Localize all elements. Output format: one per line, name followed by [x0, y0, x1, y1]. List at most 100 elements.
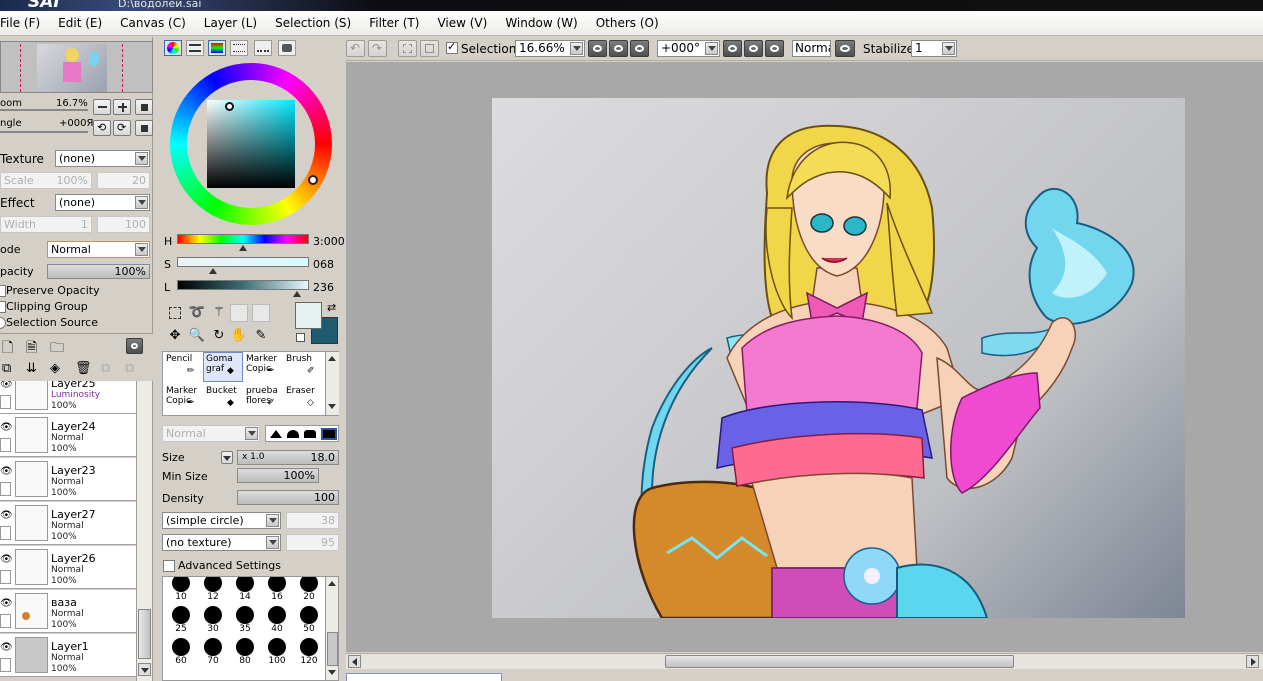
density-slider[interactable]: 100: [237, 490, 339, 505]
layer-select-box[interactable]: [0, 438, 11, 452]
brush-size-dot[interactable]: [204, 606, 222, 624]
chevron-down-icon[interactable]: [328, 404, 336, 409]
brush-size-dot[interactable]: [300, 606, 318, 624]
brush-marker-copic-2[interactable]: Marker Copic ✒: [163, 384, 203, 414]
brush-size-dot[interactable]: [204, 638, 222, 656]
eye-icon[interactable]: 👁: [0, 466, 13, 477]
angle-slider[interactable]: [0, 131, 88, 133]
layer-mask-button[interactable]: [126, 338, 143, 354]
scroll-left-button[interactable]: [348, 655, 361, 668]
brush-size-dot[interactable]: [300, 638, 318, 656]
brush-size-dot[interactable]: [172, 606, 190, 624]
scroll-down-button[interactable]: [138, 663, 151, 676]
size-presets-scroll-thumb[interactable]: [327, 632, 338, 666]
swatches-tab[interactable]: [230, 40, 248, 56]
layer-scroll-thumb[interactable]: [138, 609, 151, 659]
magic-wand-tool[interactable]: ⚚: [210, 304, 228, 322]
lasso-tool[interactable]: ➰: [188, 304, 206, 322]
brush-brush[interactable]: Brush ✐: [283, 352, 323, 382]
brush-size-dot[interactable]: [236, 638, 254, 656]
color-wheel-tab[interactable]: [164, 40, 182, 56]
menu-canvas[interactable]: Canvas (C): [120, 16, 186, 30]
hsv-slider-tab[interactable]: [208, 40, 226, 56]
brush-eraser[interactable]: Eraser ◇: [283, 384, 323, 414]
edge-medium-icon[interactable]: [287, 430, 299, 438]
rotate-right-button[interactable]: ⟳: [113, 120, 131, 136]
move-tool[interactable]: ✥: [166, 327, 184, 345]
new-linework-layer-icon[interactable]: 🗎: [26, 337, 37, 361]
opacity-slider[interactable]: 100%: [47, 264, 150, 279]
rgb-slider-tab[interactable]: [186, 40, 204, 56]
delete-layer-icon[interactable]: 🗑: [75, 361, 92, 376]
zoom-out-button[interactable]: [93, 99, 111, 115]
menu-layer[interactable]: Layer (L): [204, 16, 257, 30]
brush-size-dot[interactable]: [172, 638, 190, 656]
layer-row[interactable]: 👁 Layer27 Normal 100%: [0, 502, 136, 545]
lightness-slider-thumb[interactable]: [293, 291, 301, 297]
zoom-select[interactable]: 16.66%: [515, 40, 585, 57]
layer-select-box[interactable]: [0, 482, 11, 496]
layer-select-box[interactable]: [0, 570, 11, 584]
new-layer-icon[interactable]: 🗋: [2, 337, 13, 361]
selection-visible-checkbox[interactable]: [446, 40, 458, 54]
layer-select-box[interactable]: [0, 526, 11, 540]
eye-icon[interactable]: 👁: [0, 422, 13, 433]
angle-select[interactable]: +000°: [657, 40, 720, 57]
stabilizer-select[interactable]: 1: [911, 40, 957, 57]
eye-icon[interactable]: 👁: [0, 554, 13, 565]
layer-scrollbar[interactable]: [136, 381, 152, 681]
toolbar-rotate-left-button[interactable]: [723, 40, 742, 57]
canvas-scroll-thumb[interactable]: [665, 655, 1014, 668]
brush-marker-copic[interactable]: Marker Copic ✒: [243, 352, 283, 382]
blend-mode-select[interactable]: Normal: [47, 241, 150, 258]
advanced-settings-checkbox[interactable]: [163, 560, 175, 572]
menu-file[interactable]: File (F): [0, 16, 40, 30]
copy-layer-icon[interactable]: ⧉: [2, 361, 11, 376]
menu-window[interactable]: Window (W): [505, 16, 577, 30]
brush-size-dot[interactable]: [172, 577, 190, 592]
hue-slider[interactable]: [177, 234, 309, 244]
brush-prueba-flores[interactable]: prueba flores ✐: [243, 384, 283, 414]
zoom-in-button[interactable]: [113, 99, 131, 115]
saturation-slider-thumb[interactable]: [209, 268, 217, 274]
zoom-tool[interactable]: 🔍: [188, 327, 206, 345]
brush-size-dot[interactable]: [300, 577, 318, 592]
rotate-reset-button[interactable]: [135, 120, 153, 136]
new-folder-icon[interactable]: 🗀: [50, 337, 64, 361]
undo-button[interactable]: ↶: [346, 40, 365, 57]
brush-size-dot[interactable]: [268, 577, 286, 592]
layer-row[interactable]: 👁 Layer24 Normal 100%: [0, 414, 136, 457]
eye-icon[interactable]: 👁: [0, 642, 13, 653]
brush-shape-select[interactable]: (simple circle): [162, 512, 281, 529]
layer-select-box[interactable]: [0, 395, 11, 409]
toolbar-zoom-reset-button[interactable]: [630, 40, 649, 57]
lightness-slider[interactable]: [177, 280, 309, 290]
layer-row[interactable]: 👁 ваза Normal 100%: [0, 590, 136, 633]
rotate-tool[interactable]: ↻: [210, 327, 228, 345]
merge-down-icon[interactable]: ⇊: [26, 361, 37, 376]
layer-row[interactable]: 👁 Layer26 Normal 100%: [0, 546, 136, 589]
size-presets-scrollbar[interactable]: [325, 577, 338, 680]
menu-view[interactable]: View (V): [437, 16, 487, 30]
effect-select[interactable]: (none): [55, 194, 150, 211]
view-mode-select[interactable]: Normal: [792, 40, 831, 57]
zoom-slider[interactable]: [0, 109, 88, 111]
texture-select[interactable]: (none): [55, 150, 150, 167]
scroll-right-button[interactable]: [1246, 655, 1259, 668]
brush-bucket[interactable]: Bucket ◆: [203, 384, 243, 414]
toolbar-rotate-right-button[interactable]: [744, 40, 763, 57]
edge-flat-icon[interactable]: [321, 428, 337, 440]
brush-pencil[interactable]: Pencil ✏: [163, 352, 203, 382]
brush-grid-scrollbar[interactable]: [325, 352, 339, 415]
menu-filter[interactable]: Filter (T): [369, 16, 419, 30]
brush-size-dot[interactable]: [268, 638, 286, 656]
menu-edit[interactable]: Edit (E): [58, 16, 102, 30]
navigator-preview[interactable]: [0, 41, 153, 93]
layer-row[interactable]: 👁 Layer1 Normal 100%: [0, 634, 136, 677]
sv-marker[interactable]: [225, 102, 234, 111]
scratchpad-tab[interactable]: [254, 40, 272, 56]
min-size-slider[interactable]: 100%: [237, 468, 319, 483]
chevron-up-icon[interactable]: [328, 581, 336, 586]
swap-colors-icon[interactable]: ⇄: [327, 301, 336, 314]
clear-layer-icon[interactable]: ◈: [50, 361, 60, 376]
